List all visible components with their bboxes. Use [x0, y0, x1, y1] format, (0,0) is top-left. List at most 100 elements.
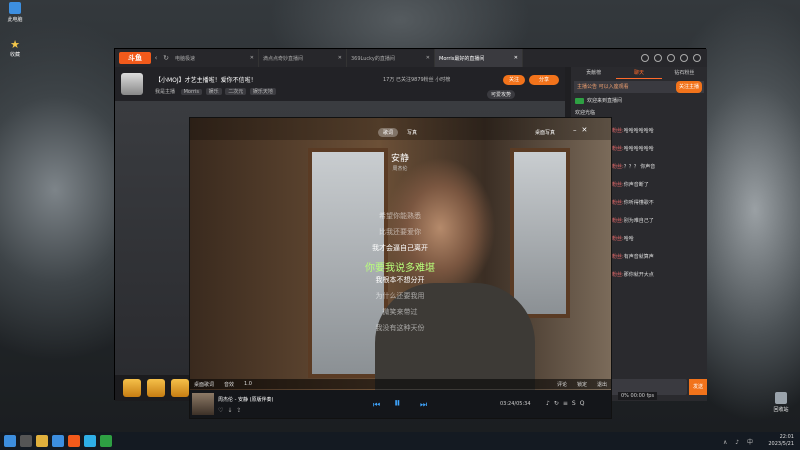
lyric-line: 希望你能熟悉	[379, 212, 421, 220]
star-icon: ★	[10, 38, 20, 51]
song-title: 安静	[390, 154, 409, 164]
stream-tag[interactable]: Morris	[180, 89, 202, 95]
system-tray[interactable]: ∧ ♪ 中	[723, 437, 756, 446]
tab-label: Morris最好的直播间	[439, 55, 485, 62]
volume-icon[interactable]: ♪	[546, 400, 554, 407]
comment-button[interactable]: 评论	[557, 381, 567, 388]
previous-button[interactable]: ⏮	[373, 400, 380, 410]
gift-icon[interactable]	[147, 379, 165, 397]
rank-badge[interactable]: 可爱攻势	[487, 90, 516, 99]
send-button[interactable]: 发送	[689, 379, 707, 395]
desktop-photo-label[interactable]: 桌面写真	[535, 129, 555, 136]
quality-badge[interactable]: SQ	[572, 400, 589, 407]
share-icon[interactable]: ⇪	[236, 407, 245, 414]
system-message: 欢迎光临	[575, 108, 703, 117]
message-text: 哈哈	[623, 236, 634, 242]
desktop-icon-recycle-bin[interactable]: 回收站	[770, 392, 792, 413]
message-text: 那你就开大点	[623, 272, 654, 278]
clock-date: 2023/5/21	[768, 441, 794, 447]
share-button[interactable]: 分享	[529, 75, 559, 85]
taskbar: ∧ ♪ 中 22:01 2023/5/21	[0, 432, 800, 450]
desktop-lyrics-toggle[interactable]: 桌面歌词	[194, 381, 214, 388]
minimize-icon[interactable]: –	[573, 126, 582, 134]
notice-action-button[interactable]: 关注主播	[675, 81, 702, 93]
stream-tag[interactable]: 二次元	[225, 88, 247, 95]
tab-lyrics[interactable]: 歌词	[378, 128, 399, 137]
tab-contribution[interactable]: 贡献榜	[571, 67, 616, 79]
douyu-icon[interactable]	[68, 435, 80, 447]
tab-bar: 斗鱼 ‹ ↻ 电脑极速 ✕ 滴点点奇妙直播间 ✕ 369Lucky的直播间 ✕ Mor…	[115, 49, 707, 67]
heart-icon[interactable]	[641, 54, 649, 62]
desktop-icon-computer[interactable]: 此电脑	[4, 2, 26, 23]
lyric-line: 你要我说多难堪	[365, 263, 435, 274]
gift-icon[interactable]	[123, 379, 141, 397]
tab-stream-active[interactable]: Morris最好的直播间 ✕	[435, 49, 523, 67]
stream-tag[interactable]: 娱乐	[205, 88, 222, 95]
follow-button[interactable]: 关注	[503, 75, 525, 85]
app-logo[interactable]: 斗鱼	[119, 52, 151, 64]
lyric-line: 我根本不想分开	[375, 276, 425, 284]
tab-chat[interactable]: 聊天	[616, 67, 662, 79]
message-text: 欢迎来到直播间	[587, 98, 623, 104]
stream-tag[interactable]: 娱乐天地	[249, 88, 276, 95]
message-text: ？？？ 你声音	[623, 164, 656, 170]
message-text: 别为难自己了	[623, 218, 654, 224]
shirt-icon[interactable]	[680, 54, 688, 62]
tab-photos[interactable]: 写真	[402, 128, 422, 137]
lyric-line: 我没有这种天份	[375, 324, 425, 332]
anchor-avatar[interactable]	[121, 73, 143, 95]
desktop-icon-label: 收藏	[9, 52, 20, 58]
now-playing-title: 周杰伦 - 安静 (原版伴奏)	[218, 397, 274, 403]
close-icon[interactable]: ✕	[338, 55, 342, 61]
close-icon[interactable]: ✕	[582, 126, 593, 134]
gift-icon[interactable]	[171, 379, 189, 397]
speed-button[interactable]: 1.0	[244, 381, 252, 387]
track-actions: ♡↓⇪	[218, 407, 245, 414]
desktop-icon-favorites[interactable]: ★ 收藏	[4, 38, 26, 58]
browser-icon[interactable]	[52, 435, 64, 447]
album-cover[interactable]	[192, 393, 214, 415]
exit-button[interactable]: 退出	[597, 381, 607, 388]
history-icon[interactable]	[654, 54, 662, 62]
lyric-line: 比我还要爱你	[379, 228, 421, 236]
playlist-icon[interactable]: ≡	[563, 400, 572, 407]
start-icon[interactable]	[4, 435, 16, 447]
search-icon[interactable]	[20, 435, 32, 447]
like-icon[interactable]: ♡	[218, 407, 227, 414]
recycle-bin-icon	[775, 392, 787, 404]
lyric-toolbar: 桌面歌词 音效 1.0 评论 锁定 退出	[190, 379, 611, 389]
pause-button[interactable]: ⏸	[394, 396, 401, 411]
back-icon[interactable]: ‹	[151, 54, 161, 62]
song-artist: 周杰伦	[392, 166, 408, 172]
music-player-window: 歌词 写真 桌面写真 –✕ 安静 周杰伦 希望你能熟悉 比我还要爱你 我才会逼自己离…	[189, 117, 612, 419]
tab-stream-1[interactable]: 滴点点奇妙直播间 ✕	[259, 49, 347, 67]
lock-button[interactable]: 锁定	[577, 381, 587, 388]
close-icon[interactable]: ✕	[514, 55, 518, 61]
file-explorer-icon[interactable]	[36, 435, 48, 447]
player-options: ♪↻≡SQ	[546, 400, 588, 407]
stream-title: 【小MOJ】才艺主播啦！爱你不信啦！	[155, 77, 257, 84]
settings-icon[interactable]	[693, 54, 701, 62]
notice-text: 主播公告 可以入座观看	[577, 84, 629, 90]
clock[interactable]: 22:01 2023/5/21	[768, 434, 794, 448]
music-app-icon[interactable]	[84, 435, 96, 447]
sound-effect-button[interactable]: 音效	[224, 381, 234, 388]
loop-icon[interactable]: ↻	[554, 400, 563, 407]
next-button[interactable]: ⏭	[420, 400, 427, 410]
tab-label: 369Lucky的直播间	[351, 55, 395, 62]
tab-home[interactable]: 电脑极速 ✕	[171, 49, 259, 67]
tab-diamond-fans[interactable]: 钻石粉丝	[662, 67, 707, 79]
close-icon[interactable]: ✕	[426, 55, 430, 61]
anchor-name: 我是主播	[155, 89, 176, 95]
playback-time: 03:24/05:34	[500, 401, 531, 407]
user-avatar-icon[interactable]	[667, 54, 675, 62]
refresh-icon[interactable]: ↻	[161, 54, 171, 62]
message-text: 有声音就算声	[623, 254, 654, 260]
desktop-icon-label: 此电脑	[7, 17, 23, 23]
wechat-icon[interactable]	[100, 435, 112, 447]
playback-bar: 周杰伦 - 安静 (原版伴奏) ♡↓⇪ ⏮ ⏸ ⏭ 03:24/05:34 ♪↻…	[190, 390, 611, 418]
tab-label: 滴点点奇妙直播间	[263, 55, 304, 62]
close-icon[interactable]: ✕	[250, 55, 254, 61]
player-window-controls: –✕	[573, 126, 592, 134]
tab-stream-2[interactable]: 369Lucky的直播间 ✕	[347, 49, 435, 67]
